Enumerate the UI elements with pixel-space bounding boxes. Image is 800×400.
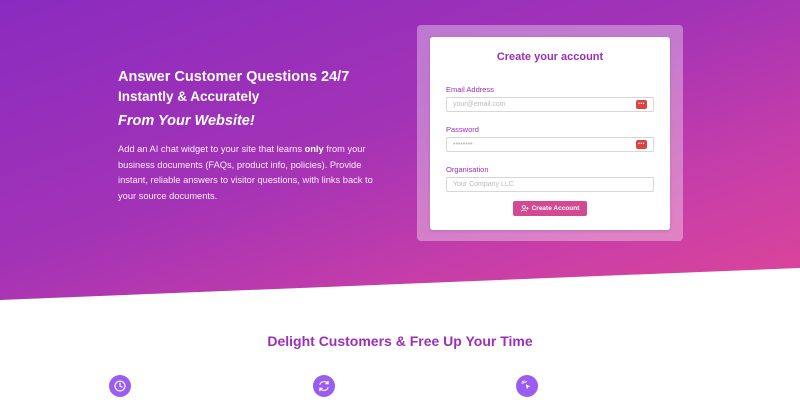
clock-icon: [109, 375, 131, 397]
organisation-label: Organisation: [446, 165, 489, 174]
hero-tagline: From Your Website!: [118, 113, 255, 129]
add-user-icon: [520, 205, 529, 212]
organisation-placeholder: Your Company LLC: [453, 181, 514, 188]
create-account-label: Create Account: [531, 205, 580, 212]
create-account-button[interactable]: Create Account: [513, 201, 587, 216]
hero-description-emphasis: only: [304, 144, 324, 154]
organisation-field[interactable]: Your Company LLC: [446, 177, 654, 192]
password-placeholder: ••••••••: [453, 141, 473, 148]
email-field[interactable]: your@email.com •••: [446, 97, 654, 112]
email-label: Email Address: [446, 85, 494, 94]
hero-text: Answer Customer Questions 24/7 Instantly…: [118, 68, 388, 204]
hero-subheadline: Instantly & Accurately: [118, 89, 260, 104]
password-label: Password: [446, 125, 479, 134]
form-title: Create your account: [496, 51, 604, 63]
hero-headline: Answer Customer Questions 24/7: [118, 69, 350, 85]
sparkle-cursor-icon: [516, 375, 538, 397]
features-title: Delight Customers & Free Up Your Time: [267, 333, 533, 349]
signup-card-frame: Create your account Email Address your@e…: [417, 25, 683, 241]
signup-form: Create your account Email Address your@e…: [430, 37, 670, 230]
refresh-icon: [313, 375, 335, 397]
hero-description: Add an AI chat widget to your site that …: [118, 144, 373, 201]
email-placeholder: your@email.com: [453, 101, 506, 108]
password-manager-icon[interactable]: •••: [636, 100, 647, 109]
password-manager-icon[interactable]: •••: [636, 140, 647, 149]
password-field[interactable]: •••••••• •••: [446, 137, 654, 152]
